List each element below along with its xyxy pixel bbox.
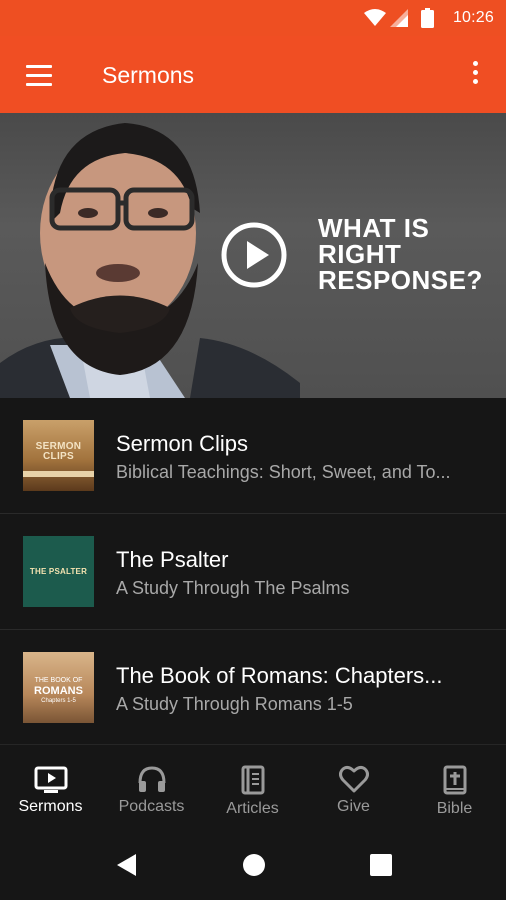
headphones-icon [138,766,165,792]
series-subtitle: Biblical Teachings: Short, Sweet, and To… [116,462,451,482]
hero-headline: WHAT IS RIGHT RESPONSE? [318,215,483,293]
book-icon [241,765,264,795]
thumb-text: ROMANS [34,685,83,697]
nav-give[interactable]: Give [303,745,404,831]
nav-sermons[interactable]: Sermons [0,745,101,831]
series-list: SERMON CLIPS Sermon Clips Biblical Teach… [0,398,506,746]
series-subtitle: A Study Through Romans 1-5 [116,694,353,714]
battery-icon [421,8,434,28]
series-title: The Book of Romans: Chapters... [116,663,443,688]
nav-label: Bible [436,800,473,817]
nav-articles[interactable]: Articles [202,745,303,831]
nav-label: Give [337,798,370,815]
thumb-text: CLIPS [43,451,74,462]
hero-headline-line: WHAT IS [318,213,430,243]
list-item-book-of-romans[interactable]: THE BOOK OF ROMANS Chapters 1-5 The Book… [0,630,506,746]
cell-signal-icon [390,9,408,27]
heart-icon [338,765,369,793]
nav-bible[interactable]: Bible [404,745,505,831]
series-title: The Psalter [116,547,229,572]
list-item-sermon-clips[interactable]: SERMON CLIPS Sermon Clips Biblical Teach… [0,398,506,514]
tv-play-icon [34,766,67,793]
nav-label: Podcasts [118,798,185,815]
featured-video[interactable]: WHAT IS RIGHT RESPONSE? [0,113,506,398]
menu-icon[interactable] [26,65,54,86]
nav-label: Articles [226,800,279,817]
sermon-clips-thumbnail: SERMON CLIPS [23,420,94,491]
thumb-text: Chapters 1-5 [41,698,76,704]
series-subtitle: A Study Through The Psalms [116,578,350,598]
the-psalter-thumbnail: THE PSALTER [23,536,94,607]
book-of-romans-thumbnail: THE BOOK OF ROMANS Chapters 1-5 [23,652,94,723]
series-title: Sermon Clips [116,431,249,456]
page-title: Sermons [102,62,195,88]
back-icon[interactable] [114,852,140,878]
home-icon[interactable] [241,852,267,878]
status-time: 10:26 [452,9,494,26]
hero-headline-line: RIGHT [318,239,402,269]
nav-podcasts[interactable]: Podcasts [101,745,202,831]
app-bar: Sermons [0,36,506,113]
play-icon[interactable] [220,221,288,289]
list-item-the-psalter[interactable]: THE PSALTER The Psalter A Study Through … [0,514,506,630]
nav-label: Sermons [18,798,83,815]
status-bar: 10:26 [0,0,506,36]
bottom-navigation: Sermons Podcasts Articles Give Bible [0,744,506,830]
system-navigation-bar [0,830,506,900]
more-options-icon[interactable] [466,61,484,91]
recents-icon[interactable] [368,852,394,878]
hero-headline-line: RESPONSE? [318,265,483,295]
bible-cross-icon [443,765,466,795]
wifi-icon [364,9,386,26]
thumb-text: THE PSALTER [29,567,88,576]
